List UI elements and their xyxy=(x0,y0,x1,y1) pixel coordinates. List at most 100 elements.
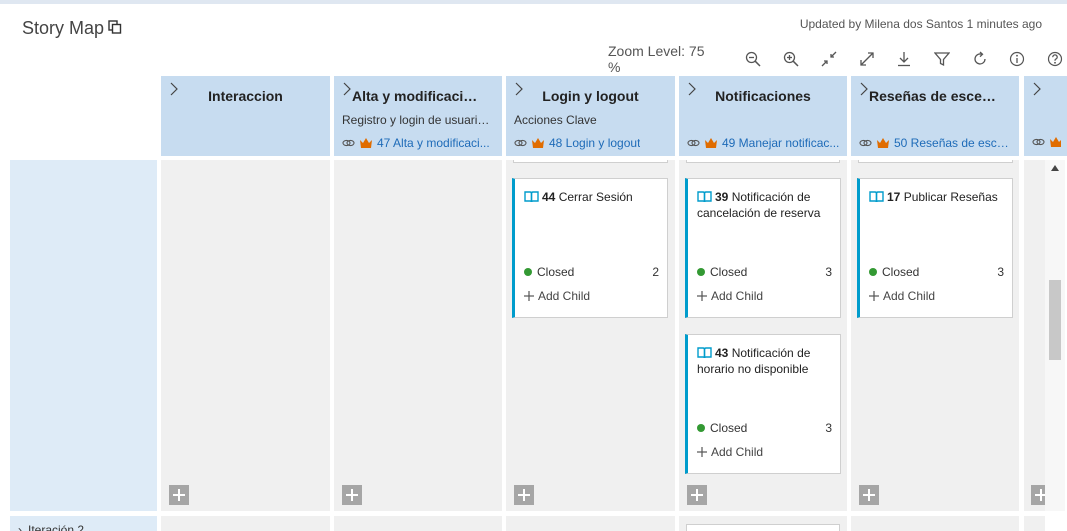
column-subtitle: Registro y login de usuario... xyxy=(342,113,494,127)
column-title: Login y logout xyxy=(542,88,639,104)
scrollbar-thumb[interactable] xyxy=(1049,280,1061,360)
book-icon xyxy=(697,347,712,359)
status-dot xyxy=(697,268,705,276)
add-child-label: Add Child xyxy=(538,289,591,303)
add-item-button[interactable] xyxy=(859,485,879,505)
add-child-label: Add Child xyxy=(711,289,764,303)
collapse-icon[interactable] xyxy=(817,49,841,69)
card-title-text: Notificación de horario no disponible xyxy=(697,346,811,376)
parent-link-text: 47 Alta y modificaci... xyxy=(377,136,490,150)
card-title[interactable]: 44 Cerrar Sesión xyxy=(524,189,661,205)
plus-icon xyxy=(697,447,707,457)
column-subtitle: Acciones Clave xyxy=(514,113,597,127)
card-id: 17 xyxy=(887,190,901,204)
add-child-label: Add Child xyxy=(883,289,936,303)
info-icon[interactable] xyxy=(1006,49,1030,69)
add-item-button[interactable] xyxy=(169,485,189,505)
work-item-card[interactable]: 44 Cerrar Sesión Closed 2 Add Child xyxy=(512,178,668,318)
card-id: 44 xyxy=(542,190,556,204)
zoom-out-icon[interactable] xyxy=(742,49,766,69)
scroll-up-arrow-icon[interactable] xyxy=(1050,164,1060,172)
top-border xyxy=(0,0,1067,4)
iteration-lane-header xyxy=(10,160,157,511)
add-child-button[interactable]: Add Child xyxy=(869,289,935,303)
status-dot xyxy=(697,424,705,432)
column-title: Alta y modificacion ... xyxy=(352,88,496,104)
card-state-text: Closed xyxy=(882,265,920,279)
page-title: Story Map xyxy=(22,18,122,39)
parent-link-text: 48 Login y logout xyxy=(549,136,641,150)
crown-icon xyxy=(532,138,544,148)
next-row-cell xyxy=(334,516,502,531)
card-title[interactable]: 39 Notificación de cancelación de reserv… xyxy=(697,189,834,221)
crown-icon xyxy=(705,138,717,148)
card-state: Closed xyxy=(524,265,574,279)
work-item-card[interactable]: 39 Notificación de cancelación de reserv… xyxy=(685,178,841,318)
add-item-button[interactable] xyxy=(687,485,707,505)
page-title-text: Story Map xyxy=(22,18,105,38)
column-header-partial[interactable] xyxy=(1024,76,1067,156)
story-map-board: Interaccion Alta y modificacion ... Regi… xyxy=(0,76,1067,531)
column-header-login[interactable]: Login y logout Acciones Clave 48 Login y… xyxy=(506,76,675,156)
column-header-interaccion[interactable]: Interaccion xyxy=(161,76,330,156)
card-title[interactable]: 17 Publicar Reseñas xyxy=(869,189,1006,205)
chevron-right-icon[interactable] xyxy=(1032,82,1042,96)
column-header-notificaciones[interactable]: Notificaciones 49 Manejar notificac... xyxy=(679,76,847,156)
column-title: Interaccion xyxy=(208,88,283,104)
add-item-button[interactable] xyxy=(342,485,362,505)
column-header-alta[interactable]: Alta y modificacion ... Registro y login… xyxy=(334,76,502,156)
status-dot xyxy=(524,268,532,276)
next-row-cell xyxy=(161,516,330,531)
column-body-interaccion xyxy=(161,160,330,511)
card-id: 43 xyxy=(715,346,729,360)
column-parent-link[interactable]: 49 Manejar notificac... xyxy=(687,136,841,150)
card-title[interactable]: 43 Notificación de horario no disponible xyxy=(697,345,834,377)
parent-link-text: 49 Manejar notificac... xyxy=(722,136,840,150)
card-count: 3 xyxy=(825,421,832,435)
status-dot xyxy=(869,268,877,276)
work-item-card[interactable]: 43 Notificación de horario no disponible… xyxy=(685,334,841,474)
next-iteration-label[interactable]: › Iteración 2 xyxy=(18,523,84,531)
card-state: Closed xyxy=(697,421,747,435)
card-state: Closed xyxy=(697,265,747,279)
card-id: 39 xyxy=(715,190,729,204)
plus-icon xyxy=(173,489,185,501)
card-stub xyxy=(858,160,1013,163)
help-icon[interactable] xyxy=(1043,49,1067,69)
plus-icon xyxy=(524,291,534,301)
book-icon xyxy=(869,191,884,203)
zoom-in-icon[interactable] xyxy=(779,49,803,69)
book-icon xyxy=(524,191,539,203)
refresh-icon[interactable] xyxy=(968,49,992,69)
column-parent-link[interactable]: 48 Login y logout xyxy=(514,136,669,150)
column-parent-link[interactable]: 50 Reseñas de escen... xyxy=(859,136,1013,150)
column-header-resenas[interactable]: Reseñas de escenari... 50 Reseñas de esc… xyxy=(851,76,1019,156)
zoom-level-label: Zoom Level: 75 % xyxy=(608,43,705,75)
add-child-button[interactable]: Add Child xyxy=(524,289,590,303)
toolbar: Zoom Level: 75 % xyxy=(608,43,1067,75)
card-title-text: Cerrar Sesión xyxy=(558,190,633,204)
parent-link-text: 50 Reseñas de escen... xyxy=(894,136,1013,150)
card-count: 3 xyxy=(825,265,832,279)
card-count: 3 xyxy=(997,265,1004,279)
card-stub xyxy=(686,160,840,163)
column-parent-link[interactable] xyxy=(1032,136,1061,148)
expand-icon[interactable] xyxy=(855,49,879,69)
card-stub xyxy=(513,160,668,163)
link-icon xyxy=(687,139,700,147)
filter-icon[interactable] xyxy=(930,49,954,69)
crown-icon xyxy=(877,138,889,148)
plus-icon xyxy=(691,489,703,501)
card-state-text: Closed xyxy=(710,421,748,435)
add-item-button[interactable] xyxy=(514,485,534,505)
card-stub xyxy=(686,524,840,531)
add-child-button[interactable]: Add Child xyxy=(697,445,763,459)
work-item-card[interactable]: 17 Publicar Reseñas Closed 3 Add Child xyxy=(857,178,1013,318)
copy-icon[interactable] xyxy=(108,18,122,39)
crown-icon xyxy=(360,138,372,148)
add-child-button[interactable]: Add Child xyxy=(697,289,763,303)
download-icon[interactable] xyxy=(892,49,916,69)
column-parent-link[interactable]: 47 Alta y modificaci... xyxy=(342,136,496,150)
link-icon xyxy=(1032,138,1045,146)
column-title: Notificaciones xyxy=(715,88,811,104)
